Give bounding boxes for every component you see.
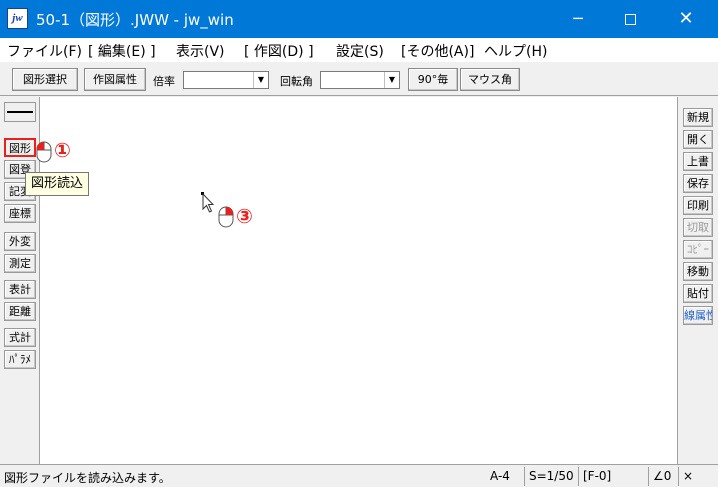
drawing-canvas[interactable]	[40, 97, 677, 464]
line-type-button[interactable]	[4, 102, 36, 122]
mouse-left-click-icon	[36, 141, 52, 163]
figure-select-button[interactable]: 図形選択	[12, 68, 78, 91]
menu-draw[interactable]: [ 作図(D) ]	[244, 41, 314, 61]
status-bar: 図形ファイルを読み込みます。 A-4 S=1/50 [F-0] ∠0 ×	[0, 464, 718, 487]
rotation-select[interactable]: ▼	[320, 71, 400, 89]
title-bar: jw 50-1（図形）.JWW - jw_win ─ ✕	[0, 0, 718, 38]
overwrite-button[interactable]: 上書	[683, 152, 713, 171]
angle-indicator[interactable]: ∠0	[648, 467, 678, 486]
tool-hyoukei-button[interactable]: 表計	[4, 280, 36, 299]
maximize-button[interactable]	[607, 0, 653, 38]
step-1-marker: ①	[54, 138, 71, 162]
save-button[interactable]: 保存	[683, 174, 713, 193]
menu-file[interactable]: ファイル(F)	[7, 41, 82, 61]
scale-label: 倍率	[153, 75, 175, 88]
window-title: 50-1（図形）.JWW - jw_win	[36, 11, 234, 29]
scale-select[interactable]: ▼	[183, 71, 269, 89]
angle-90-button[interactable]: 90°毎	[408, 68, 458, 91]
flag-indicator[interactable]: ×	[678, 467, 716, 486]
step-3-marker: ③	[236, 204, 253, 228]
tool-parame-button[interactable]: ﾊﾟﾗﾒ	[4, 350, 36, 369]
menu-help[interactable]: ヘルプ(H)	[484, 41, 547, 61]
minimize-button[interactable]: ─	[555, 0, 601, 38]
mouse-right-click-icon	[218, 206, 234, 228]
close-button[interactable]: ✕	[663, 0, 709, 38]
arrow-cursor-icon	[202, 193, 215, 213]
draw-attribute-button[interactable]: 作図属性	[84, 68, 146, 91]
tool-zahyou-button[interactable]: 座標	[4, 204, 36, 223]
tooltip: 図形読込	[25, 172, 90, 196]
move-button[interactable]: 移動	[683, 262, 713, 281]
open-button[interactable]: 開く	[683, 130, 713, 149]
tool-shikikei-button[interactable]: 式計	[4, 328, 36, 347]
menu-bar: ファイル(F) [ 編集(E) ] 表示(V) [ 作図(D) ] 設定(S) …	[0, 38, 718, 62]
cut-button[interactable]: 切取	[683, 218, 713, 237]
menu-other[interactable]: [その他(A)]	[401, 41, 474, 61]
line-attribute-button[interactable]: 線属性	[683, 306, 713, 325]
mouse-angle-button[interactable]: マウス角	[460, 68, 520, 91]
left-tool-palette: 図形 図登 記変 座標 外変 測定 表計 距離 式計 ﾊﾟﾗﾒ	[0, 97, 40, 464]
menu-view[interactable]: 表示(V)	[176, 41, 225, 61]
rotation-label: 回転角	[280, 75, 313, 88]
layer-indicator[interactable]: [F-0]	[578, 467, 648, 486]
status-message: 図形ファイルを読み込みます。	[4, 471, 171, 485]
maximize-icon	[624, 14, 636, 25]
menu-edit[interactable]: [ 編集(E) ]	[88, 41, 156, 61]
toolbar: 図形選択 作図属性 倍率 ▼ 回転角 ▼ 90°毎 マウス角	[0, 62, 718, 96]
tool-zukei-button[interactable]: 図形	[4, 138, 36, 157]
paper-size-indicator[interactable]: A-4	[486, 467, 524, 486]
scale-indicator[interactable]: S=1/50	[524, 467, 578, 486]
menu-settings[interactable]: 設定(S)	[336, 41, 384, 61]
new-button[interactable]: 新規	[683, 108, 713, 127]
print-button[interactable]: 印刷	[683, 196, 713, 215]
copy-button[interactable]: ｺﾋﾟｰ	[683, 240, 713, 259]
chevron-down-icon[interactable]: ▼	[384, 72, 399, 88]
tool-gaihen-button[interactable]: 外変	[4, 232, 36, 251]
tool-kyori-button[interactable]: 距離	[4, 302, 36, 321]
right-tool-palette: 新規 開く 上書 保存 印刷 切取 ｺﾋﾟｰ 移動 貼付 線属性	[677, 97, 718, 464]
paste-button[interactable]: 貼付	[683, 284, 713, 303]
app-icon[interactable]: jw	[7, 8, 28, 29]
tool-sokutei-button[interactable]: 測定	[4, 254, 36, 273]
chevron-down-icon[interactable]: ▼	[253, 72, 268, 88]
